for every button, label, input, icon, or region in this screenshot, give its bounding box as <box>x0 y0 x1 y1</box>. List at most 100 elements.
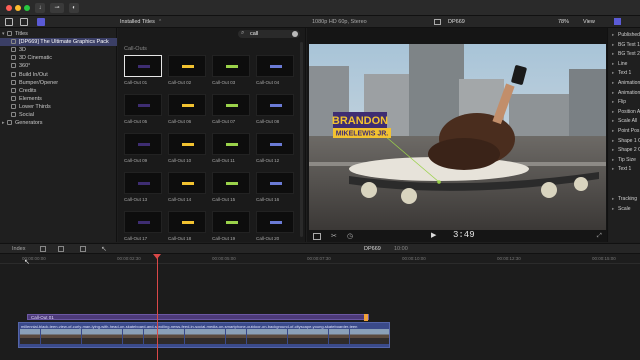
inspector-row[interactable]: Point Pos <box>618 128 639 134</box>
disclosure-triangle-icon[interactable]: ▸ <box>612 128 614 134</box>
background-tasks-icon[interactable]: ◐ <box>69 3 79 13</box>
inspector-row[interactable]: Shape 2 C <box>618 147 640 153</box>
disclosure-triangle-icon[interactable]: ▸ <box>612 147 614 153</box>
chevron-down-icon[interactable]: ⌃ <box>158 19 162 25</box>
title-thumbnail[interactable] <box>212 55 250 77</box>
disclosure-triangle-icon[interactable]: ▸ <box>612 80 614 86</box>
disclosure-triangle-icon[interactable]: ▸ <box>612 138 614 144</box>
browser-scrollbar[interactable] <box>300 42 303 237</box>
disclosure-triangle-icon[interactable]: ▸ <box>612 118 614 124</box>
disclosure-triangle-icon[interactable]: ▸ <box>612 206 614 212</box>
title-thumbnail[interactable] <box>256 172 294 194</box>
inspector-row[interactable]: Animation <box>618 90 640 96</box>
inspector-row[interactable]: Tracking <box>618 196 637 202</box>
title-thumbnail[interactable] <box>256 55 294 77</box>
title-thumbnail[interactable] <box>212 211 250 233</box>
title-thumbnail[interactable] <box>124 94 162 116</box>
fullscreen-icon[interactable]: ⤢ <box>597 233 602 240</box>
sidebar-item[interactable]: 3D Cinematic <box>0 54 117 62</box>
photos-icon[interactable] <box>20 18 28 26</box>
sidebar-item[interactable]: ▾ Titles <box>0 30 117 38</box>
title-thumbnail[interactable] <box>212 94 250 116</box>
timeline-body[interactable]: Call-Out 01 millennial-black-teen-view-o… <box>0 254 640 360</box>
inspector-row[interactable]: BG Text 2 <box>618 51 640 57</box>
title-thumbnail[interactable] <box>168 55 206 77</box>
inspector-row[interactable]: Published <box>618 32 640 38</box>
sidebar-item[interactable]: Elements <box>0 95 117 103</box>
close-window-button[interactable] <box>6 5 12 11</box>
inspector-row[interactable]: Tip Size <box>618 157 636 163</box>
inspector-row[interactable]: Text 1 <box>618 70 631 76</box>
inspector-row[interactable]: Animation <box>618 80 640 86</box>
disclosure-triangle-icon[interactable]: ▸ <box>612 61 614 67</box>
playhead-handle[interactable] <box>153 254 161 259</box>
title-thumbnail[interactable] <box>256 211 294 233</box>
inspector-row[interactable]: Shape 1 C <box>618 138 640 144</box>
disclosure-triangle-icon[interactable]: ▸ <box>612 157 614 163</box>
view-dropdown[interactable]: View <box>583 19 595 25</box>
disclosure-triangle-icon[interactable]: ▸ <box>612 32 614 38</box>
sidebar-item[interactable]: Credits <box>0 87 117 95</box>
sidebar-item[interactable]: Social <box>0 111 117 119</box>
media-browser-icon[interactable] <box>5 18 13 26</box>
sidebar-item[interactable]: Lower Thirds <box>0 103 117 111</box>
disclosure-triangle-icon[interactable]: ▸ <box>612 99 614 105</box>
title-clip[interactable]: Call-Out 01 <box>27 314 369 321</box>
timeline-ruler[interactable]: 00:00:00:00 00:00:02:30 00:00:05:00 00:00:0… <box>0 254 640 264</box>
speed-tool-icon[interactable]: ◷ <box>347 232 353 240</box>
title-thumbnail[interactable] <box>124 133 162 155</box>
playhead[interactable] <box>157 254 158 360</box>
disclosure-triangle-icon[interactable]: ▸ <box>612 196 614 202</box>
title-thumbnail[interactable] <box>168 211 206 233</box>
title-thumbnail[interactable] <box>124 211 162 233</box>
title-thumbnail[interactable] <box>168 172 206 194</box>
clip-end-handle[interactable] <box>364 314 368 321</box>
library-dropdown[interactable]: Installed Titles <box>120 19 155 25</box>
append-icon[interactable] <box>80 246 86 252</box>
sidebar-item[interactable]: [DP669] The Ultimate Graphics Pack <box>0 38 117 47</box>
video-clip[interactable]: millennial-black-teen-view-of-curly-man-… <box>18 322 390 348</box>
disclosure-triangle-icon[interactable]: ▸ <box>612 70 614 76</box>
inspector-row[interactable]: Text 1 <box>618 166 631 172</box>
index-button[interactable]: Index <box>12 246 25 252</box>
inspector-row[interactable]: Scale All <box>618 118 637 124</box>
zoom-dropdown[interactable]: 78% <box>558 19 569 25</box>
download-icon[interactable]: ↓ <box>35 3 45 13</box>
disclosure-triangle-icon[interactable]: ▸ <box>612 109 614 115</box>
connect-icon[interactable] <box>58 246 64 252</box>
title-thumbnail[interactable] <box>212 133 250 155</box>
title-thumbnail[interactable] <box>212 172 250 194</box>
effects-tool-icon[interactable]: ✂ <box>331 232 337 240</box>
sidebar-item[interactable]: 3D <box>0 46 117 54</box>
clip-appearance-icon[interactable] <box>40 246 46 252</box>
title-thumbnail[interactable] <box>124 55 162 77</box>
titles-browser-icon[interactable] <box>37 18 45 26</box>
title-thumbnail[interactable] <box>168 94 206 116</box>
sidebar-item[interactable]: Bumper/Opener <box>0 79 117 87</box>
sidebar-item[interactable]: Build In/Out <box>0 71 117 79</box>
select-tool-icon[interactable]: ↖ <box>101 245 107 253</box>
disclosure-triangle-icon[interactable]: ▸ <box>2 119 5 127</box>
inspector-row[interactable]: Line <box>618 61 627 67</box>
key-icon[interactable]: ⊸ <box>50 3 64 13</box>
disclosure-triangle-icon[interactable]: ▸ <box>612 90 614 96</box>
disclosure-triangle-icon[interactable]: ▸ <box>612 42 614 48</box>
timecode-display[interactable]: 3:49 <box>453 230 475 240</box>
inspector-row[interactable]: Position A <box>618 109 640 115</box>
sidebar-item[interactable]: 360° <box>0 62 117 70</box>
disclosure-triangle-icon[interactable]: ▸ <box>612 166 614 172</box>
title-thumbnail[interactable] <box>256 94 294 116</box>
inspector-row[interactable]: Scale <box>618 206 631 212</box>
inspector-row[interactable]: BG Text 1 <box>618 42 640 48</box>
title-thumbnail[interactable] <box>124 172 162 194</box>
minimize-window-button[interactable] <box>15 5 21 11</box>
play-button[interactable]: ▶ <box>431 231 436 239</box>
title-thumbnail[interactable] <box>168 133 206 155</box>
disclosure-triangle-icon[interactable]: ▾ <box>2 30 5 38</box>
inspector-row[interactable]: Flip <box>618 99 626 105</box>
sidebar-item[interactable]: ▸ Generators <box>0 119 117 127</box>
disclosure-triangle-icon[interactable]: ▸ <box>612 51 614 57</box>
inspector-toggle-icon[interactable] <box>614 18 621 25</box>
transform-tool-icon[interactable] <box>313 233 321 240</box>
video-frame[interactable]: BRANDON MIKELEWIS JR. <box>309 44 606 230</box>
